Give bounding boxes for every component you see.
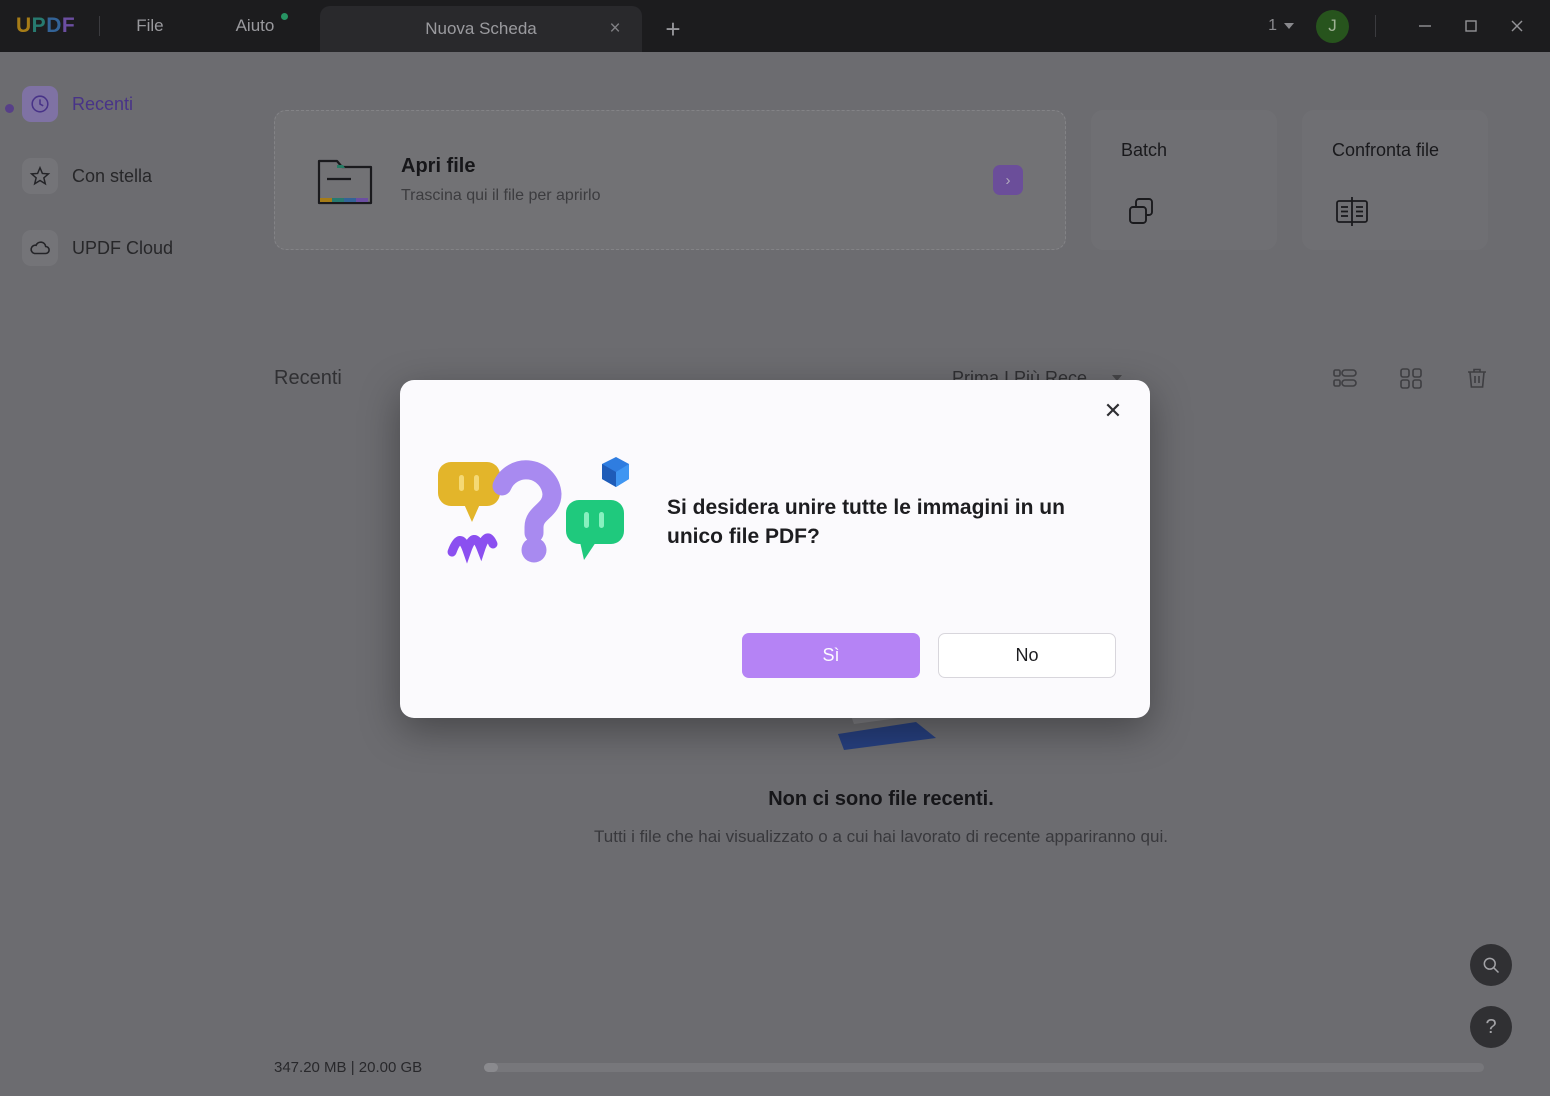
yes-button[interactable]: Sì bbox=[742, 633, 920, 678]
modal-close-icon[interactable]: ✕ bbox=[1098, 396, 1128, 426]
blue-cube bbox=[602, 457, 629, 487]
purple-squiggle bbox=[447, 533, 498, 564]
yellow-bubble bbox=[438, 462, 500, 522]
modal-actions: Sì No bbox=[742, 633, 1116, 678]
purple-question-mark bbox=[492, 460, 562, 563]
modal-body: Si desidera unire tutte le immagini in u… bbox=[400, 442, 1150, 592]
updf-application-window: U P D F File Aiuto Nuova Scheda × + 1 J bbox=[0, 0, 1550, 1096]
question-illustration bbox=[430, 442, 655, 592]
no-button[interactable]: No bbox=[938, 633, 1116, 678]
modal-message: Si desidera unire tutte le immagini in u… bbox=[667, 496, 1065, 548]
merge-images-dialog: ✕ Si desidera unire tutte le immagini in… bbox=[400, 380, 1150, 718]
green-bubble bbox=[566, 500, 624, 560]
